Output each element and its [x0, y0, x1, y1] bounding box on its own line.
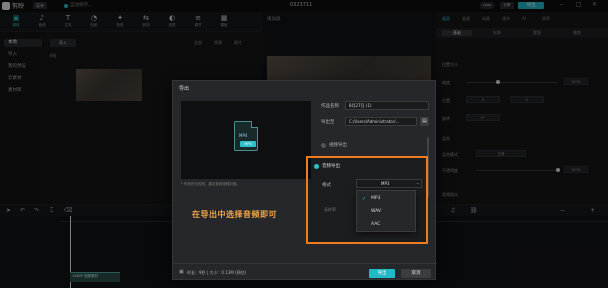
path-input[interactable]: C:/Users/Administrator/...: [345, 117, 417, 126]
folder-icon[interactable]: ▤: [420, 117, 429, 126]
confirm-export-button[interactable]: 导出: [369, 269, 395, 278]
export-preview: MP4 MP4: [181, 101, 311, 179]
format-option[interactable]: AAC: [357, 219, 417, 231]
export-hint: * 作品时长较短，建议使用视频封面。: [181, 182, 240, 186]
path-label: 导出至: [321, 120, 335, 125]
sample-rate-label: 采样率: [324, 207, 336, 212]
export-info: 时长：9秒 | 大小：0.13M (预估): [187, 270, 247, 275]
film-icon: ▣: [179, 269, 184, 275]
audio-export-checkbox[interactable]: [314, 164, 319, 169]
format-option-label: WAV: [371, 209, 382, 214]
editor-window: 剪映 菜单 自动保存... 0323711 Lyaa 分享 导出 – □ ✕ ▣…: [0, 0, 608, 288]
file-ext-label: MP4: [239, 133, 248, 138]
video-export-checkbox[interactable]: [321, 143, 326, 148]
check-icon: ✓: [362, 196, 367, 202]
format-option-label: MP3: [371, 196, 381, 201]
dialog-title: 导出: [179, 86, 190, 92]
chevron-down-icon[interactable]: ⌄: [416, 180, 419, 185]
format-select[interactable]: MP3: [356, 179, 422, 188]
name-label: 作品名称: [321, 104, 339, 109]
audio-export-label: 音频导出: [322, 164, 340, 169]
tutorial-annotation: 在导出中选择音频即可: [192, 210, 277, 219]
video-export-label: 视频导出: [329, 143, 347, 148]
format-option-label: AAC: [371, 222, 381, 227]
format-label: 格式: [322, 183, 331, 188]
mp4-badge: MP4: [240, 141, 256, 147]
format-option[interactable]: ✓ MP3: [357, 193, 417, 205]
name-input[interactable]: 8月27日 (1): [345, 101, 429, 110]
dialog-footer: ▣ 时长：9秒 | 大小：0.13M (预估) 导出 取消: [173, 263, 437, 281]
format-option[interactable]: WAV: [357, 206, 417, 218]
cancel-button[interactable]: 取消: [401, 269, 431, 278]
format-dropdown: ✓ MP3 WAV AAC: [356, 190, 416, 232]
